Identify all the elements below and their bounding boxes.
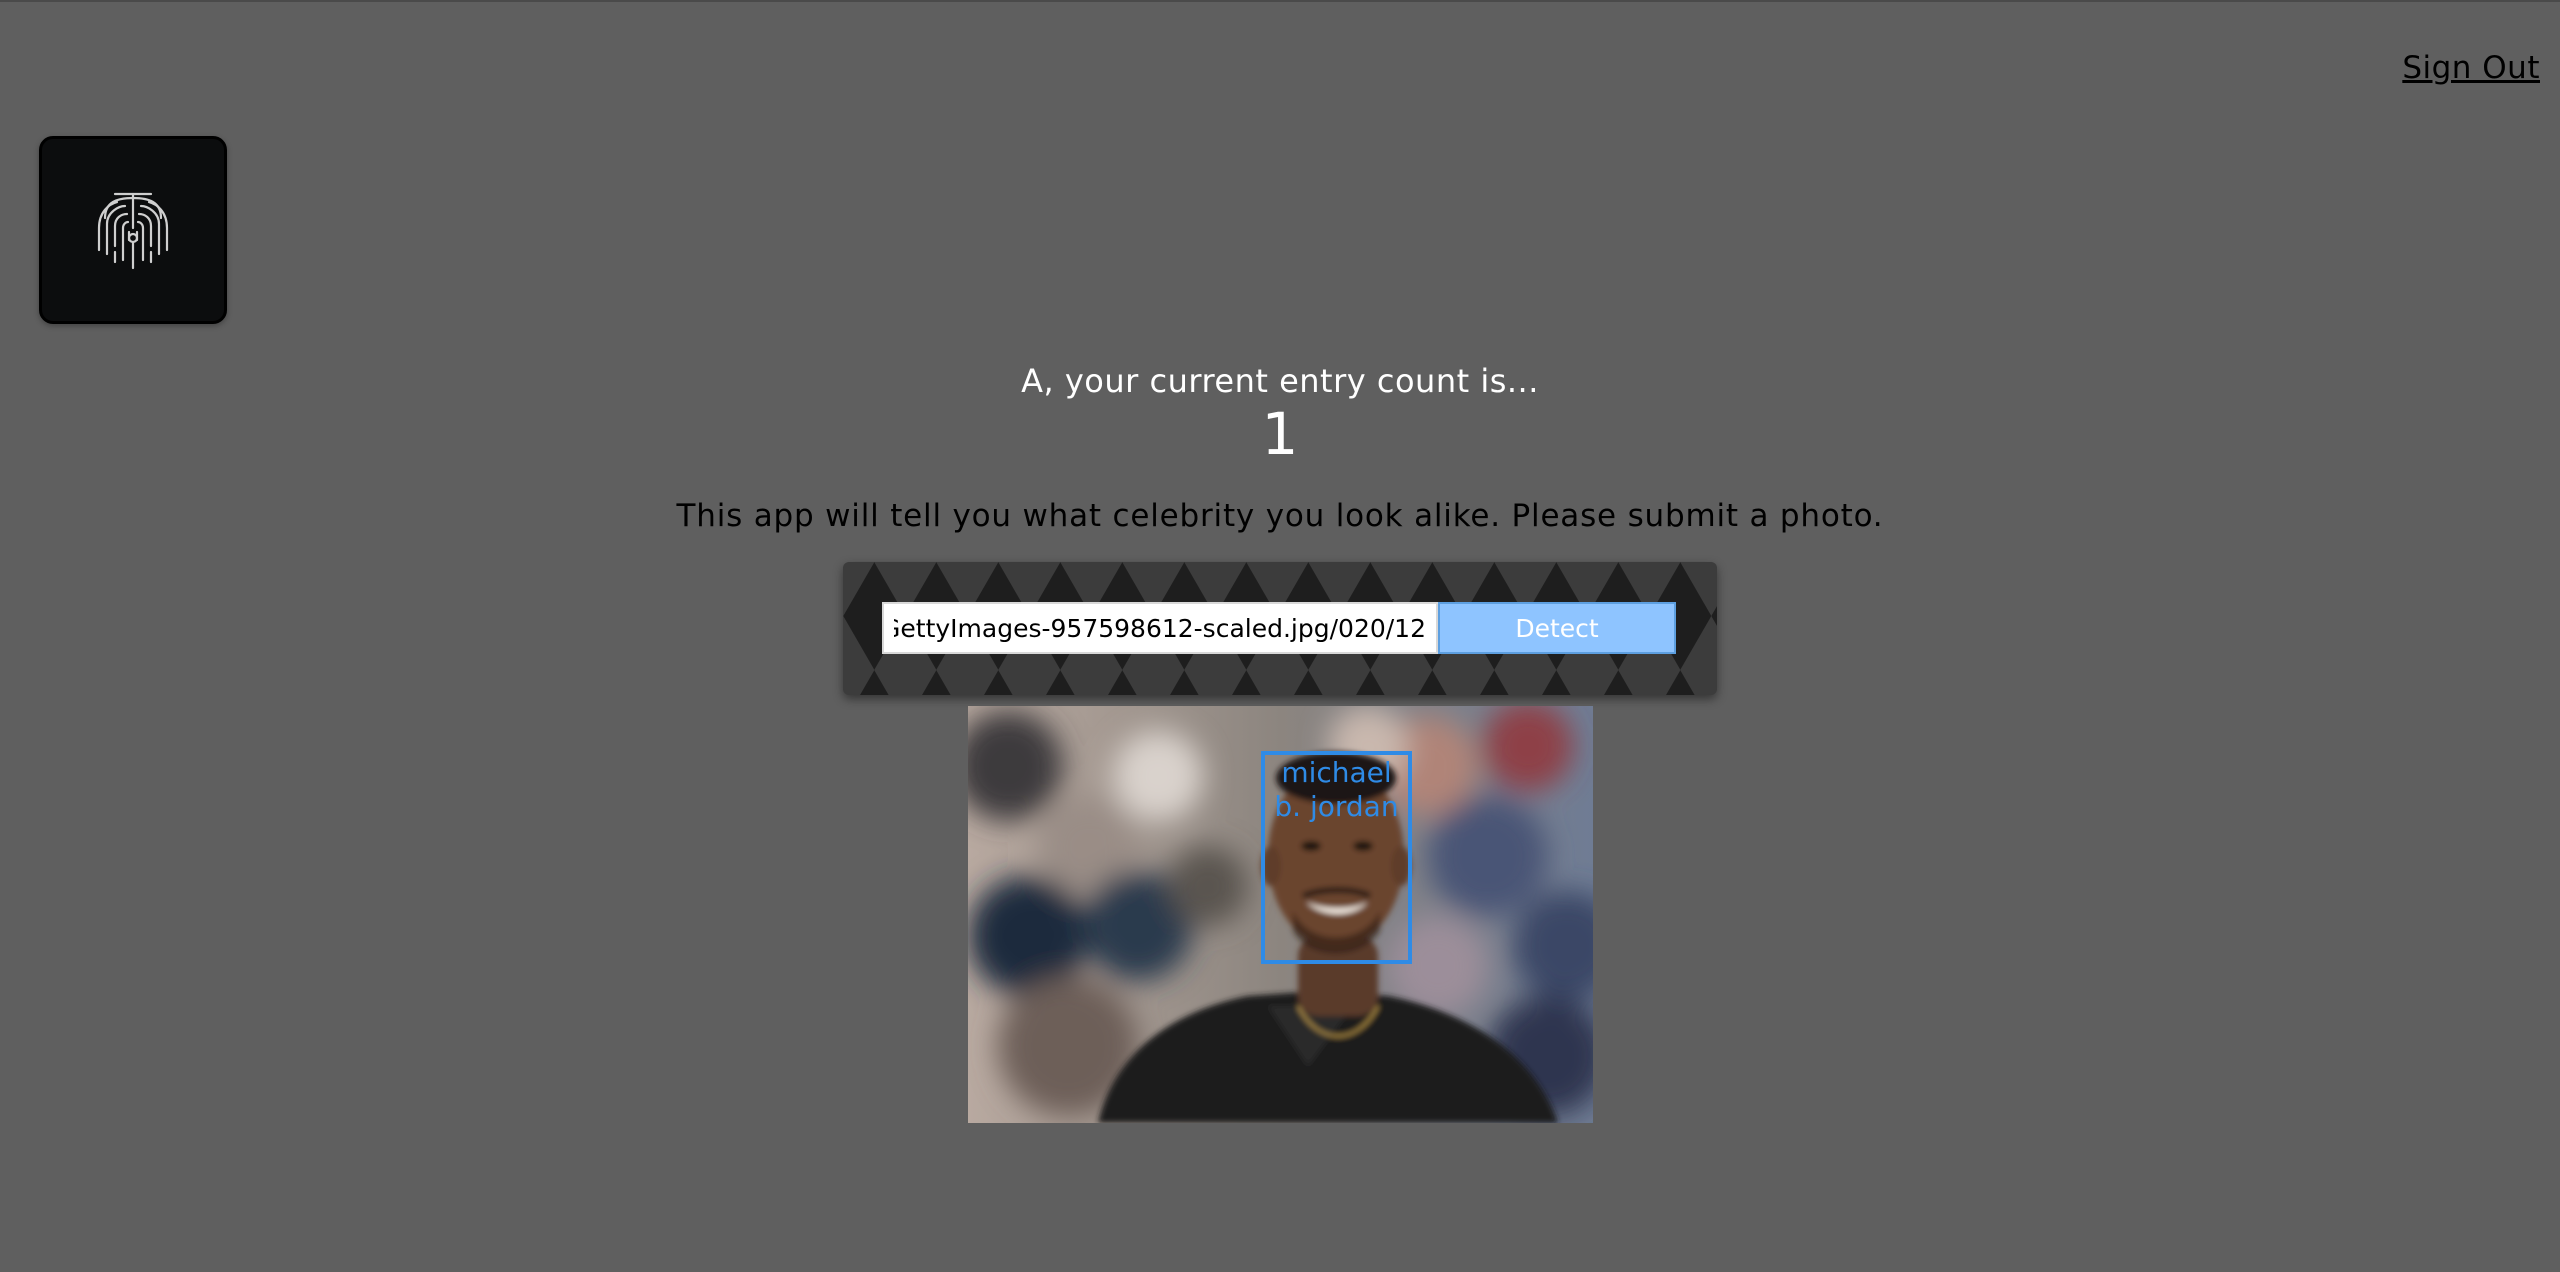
- face-recognition-result: michael b. jordan: [968, 706, 1593, 1123]
- top-nav: Sign Out: [2402, 50, 2540, 86]
- celebrity-name-label: michael b. jordan: [1274, 756, 1399, 823]
- intro-text: This app will tell you what celebrity yo…: [676, 498, 1884, 534]
- face-bounding-box: michael b. jordan: [1261, 751, 1412, 964]
- image-link-form: Detect: [843, 562, 1717, 695]
- fingerprint-icon: [97, 192, 169, 270]
- image-url-input[interactable]: [882, 602, 1438, 654]
- app-page: Sign Out A, your current entry count is.…: [0, 0, 2560, 1272]
- detect-button[interactable]: Detect: [1438, 602, 1676, 654]
- form-row: Detect: [882, 602, 1676, 654]
- entry-count: 1: [1261, 400, 1299, 468]
- rank-message: A, your current entry count is...: [1021, 362, 1539, 400]
- logo: [39, 136, 227, 324]
- sign-out-link[interactable]: Sign Out: [2402, 50, 2540, 86]
